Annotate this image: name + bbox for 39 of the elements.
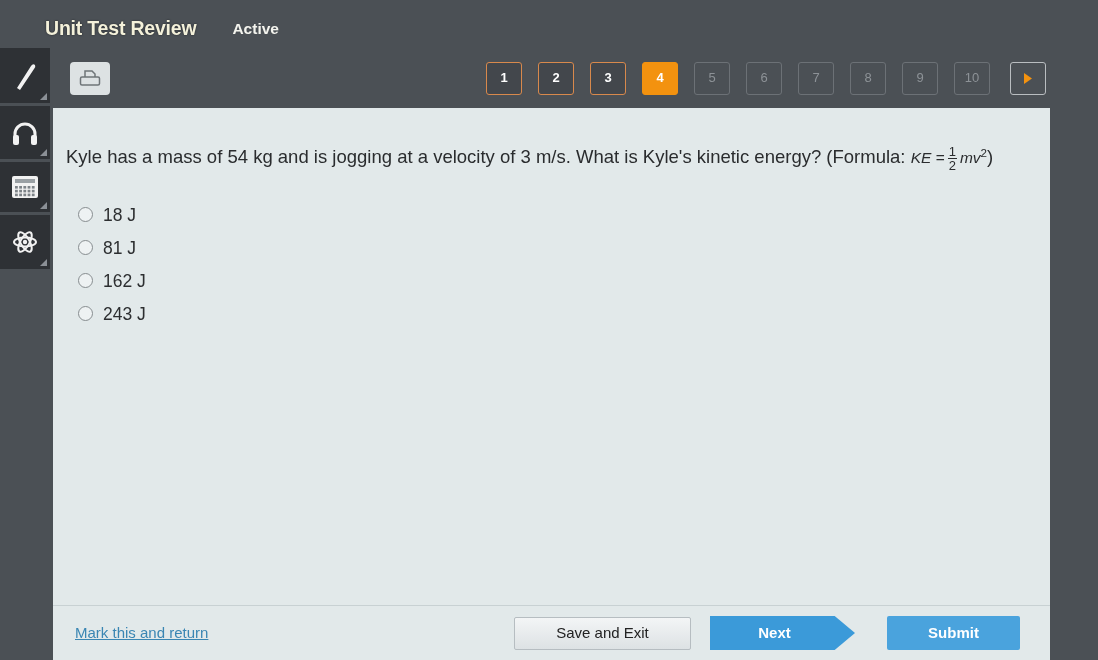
radio-button[interactable] xyxy=(78,273,93,289)
answer-option[interactable]: 81 J xyxy=(103,234,137,262)
print-button[interactable] xyxy=(70,61,110,95)
test-status: Active xyxy=(232,19,279,40)
test-title: Unit Test Review xyxy=(45,16,197,42)
corner-triangle-icon xyxy=(40,202,47,209)
atom-icon xyxy=(12,229,38,255)
question-number-button[interactable]: 8 xyxy=(850,61,886,95)
calculator-icon xyxy=(12,176,38,198)
save-and-exit-button[interactable]: Save and Exit xyxy=(514,616,691,650)
question-number-button[interactable]: 9 xyxy=(902,61,938,95)
radio-button[interactable] xyxy=(78,240,93,256)
radio-button[interactable] xyxy=(78,306,93,322)
question-number-button[interactable]: 3 xyxy=(590,61,626,95)
headphones-icon xyxy=(12,120,38,145)
next-button[interactable]: Next xyxy=(710,616,855,650)
printer-icon xyxy=(79,69,101,87)
calculator-tool-button[interactable] xyxy=(0,162,50,212)
answer-option[interactable]: 162 J xyxy=(103,267,146,295)
question-number-button[interactable]: 2 xyxy=(538,61,574,95)
reference-tool-button[interactable] xyxy=(0,215,50,269)
question-number-button[interactable]: 6 xyxy=(746,61,782,95)
play-arrow-icon xyxy=(1024,72,1032,84)
question-number-button[interactable]: 1 xyxy=(486,61,522,95)
answer-option[interactable]: 243 J xyxy=(103,300,146,328)
mark-and-return-link[interactable]: Mark this and return xyxy=(75,621,209,645)
submit-button[interactable]: Submit xyxy=(887,616,1020,650)
question-number-button[interactable]: 4 xyxy=(642,61,678,95)
corner-triangle-icon xyxy=(40,259,47,266)
question-number-button[interactable]: 5 xyxy=(694,61,730,95)
audio-tool-button[interactable] xyxy=(0,106,50,159)
answer-option[interactable]: 18 J xyxy=(103,201,137,229)
question-number-button[interactable]: 10 xyxy=(954,61,990,95)
pencil-tool-button[interactable] xyxy=(0,48,50,103)
question-number-button[interactable]: 7 xyxy=(798,61,834,95)
radio-button[interactable] xyxy=(78,207,93,223)
corner-triangle-icon xyxy=(40,149,47,156)
next-page-button[interactable] xyxy=(1010,61,1046,95)
corner-triangle-icon xyxy=(40,93,47,100)
